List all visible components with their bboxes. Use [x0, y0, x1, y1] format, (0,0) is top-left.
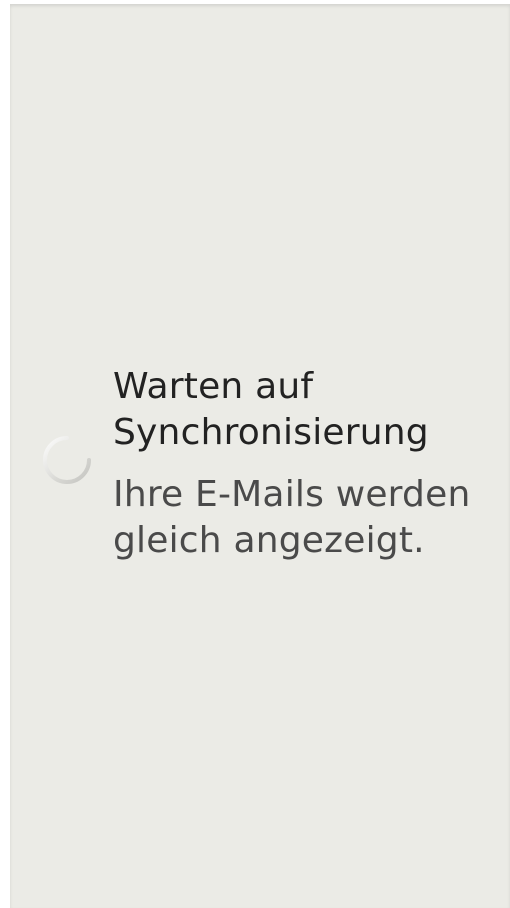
loading-spinner-icon — [41, 434, 93, 486]
content-panel: Warten auf Synchronisierung Ihre E-Mails… — [10, 4, 510, 908]
sync-message: Ihre E-Mails werden gleich angezeigt. — [113, 474, 471, 561]
waiting-for-sync-view: Warten auf Synchronisierung Ihre E-Mails… — [10, 4, 510, 908]
sync-title: Warten auf Synchronisierung — [113, 366, 429, 453]
screen: Warten auf Synchronisierung Ihre E-Mails… — [0, 0, 510, 908]
